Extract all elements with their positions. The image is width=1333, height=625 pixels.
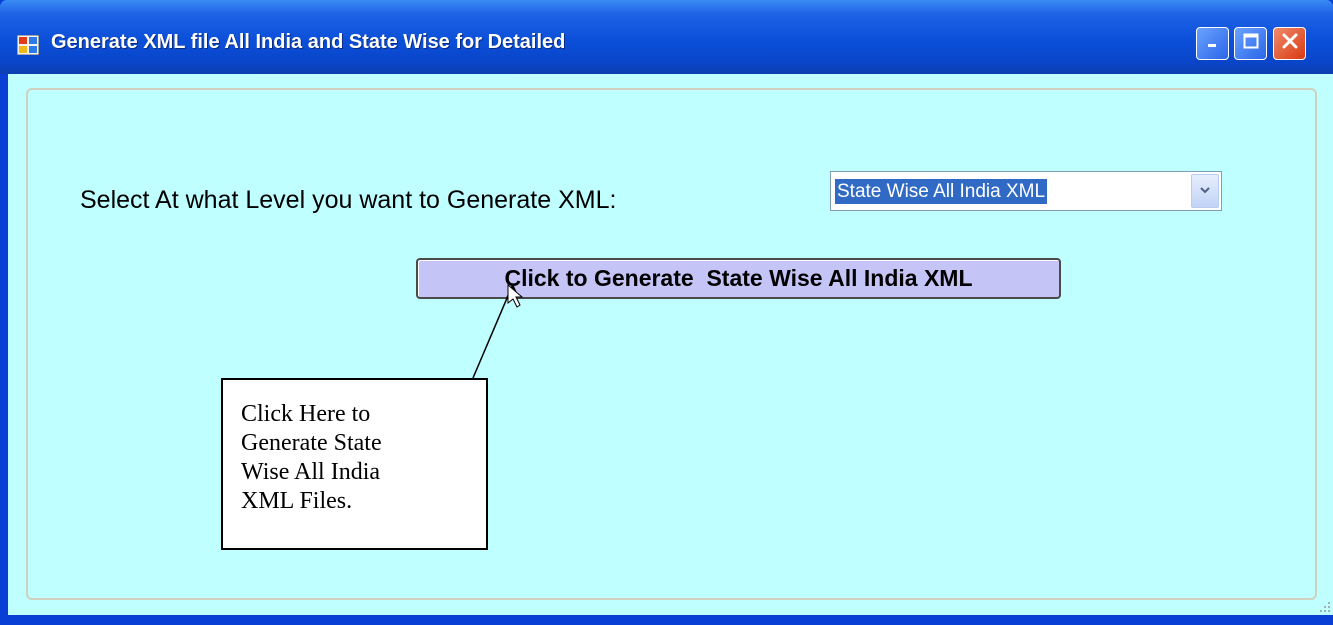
generate-xml-button[interactable]: Click to Generate State Wise All India X… <box>416 258 1061 299</box>
maximize-icon <box>1243 33 1259 54</box>
level-prompt-label: Select At what Level you want to Generat… <box>80 186 617 214</box>
close-button[interactable] <box>1273 27 1306 60</box>
maximize-button[interactable] <box>1234 27 1267 60</box>
group-box <box>26 88 1317 600</box>
chevron-down-icon <box>1199 182 1211 200</box>
resize-grip-icon[interactable] <box>1317 599 1331 613</box>
minimize-icon <box>1206 34 1220 53</box>
level-select-dropdown-button[interactable] <box>1191 174 1219 208</box>
window-title: Generate XML file All India and State Wi… <box>51 31 566 53</box>
form-client-area: Select At what Level you want to Generat… <box>8 74 1333 615</box>
minimize-button[interactable] <box>1196 27 1229 60</box>
level-select-value: State Wise All India XML <box>835 179 1048 204</box>
app-icon <box>16 34 40 56</box>
title-bar[interactable]: Generate XML file All India and State Wi… <box>0 0 1333 74</box>
app-window: Generate XML file All India and State Wi… <box>0 0 1333 625</box>
close-icon <box>1281 32 1299 55</box>
callout-note: Click Here to Generate State Wise All In… <box>221 378 488 550</box>
level-select[interactable]: State Wise All India XML <box>830 171 1222 211</box>
callout-text: Click Here to Generate State Wise All In… <box>241 401 382 514</box>
